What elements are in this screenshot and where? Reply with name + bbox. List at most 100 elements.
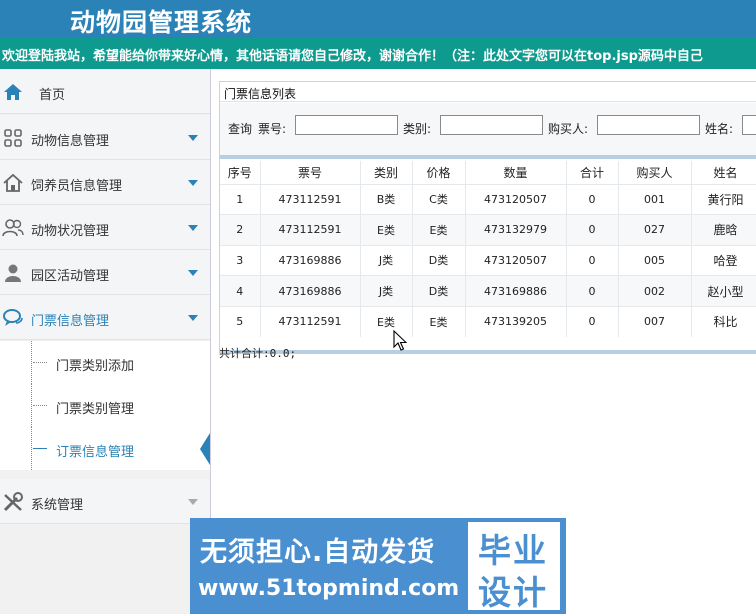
table-cell: 1 (220, 183, 261, 215)
table-cell: 0 (566, 214, 619, 246)
panel-header: 门票信息列表 (220, 82, 756, 102)
table-cell: 哈登 (691, 244, 756, 276)
tools-icon (2, 491, 24, 513)
ticket-no-label: 票号: (258, 122, 287, 136)
table-cell: 473169886 (260, 244, 361, 276)
buyer-input[interactable] (597, 115, 700, 135)
sidebar-item-label: 动物状况管理 (31, 224, 110, 239)
divider (220, 155, 756, 159)
watermark-banner: 无须担心.自动发货 www.51topmind.com 毕业 设计 (190, 518, 566, 614)
table-row[interactable]: 1 473112591 B类 C类 473120507 0 001 黄行阳 (220, 183, 756, 215)
sidebar-item-label: 系统管理 (31, 498, 84, 513)
column-header: 合计 (566, 161, 619, 184)
chevron-down-icon (188, 180, 198, 186)
watermark-url: www.51topmind.com (198, 576, 460, 601)
grid-icon (2, 127, 24, 149)
table-cell: 鹿晗 (691, 214, 756, 246)
column-header: 序号 (220, 161, 261, 184)
watermark-badge: 毕业 设计 (468, 522, 560, 612)
column-header: 票号 (260, 161, 361, 184)
chevron-down-icon (188, 270, 198, 276)
chat-icon (2, 307, 24, 329)
table-cell: E类 (360, 214, 413, 246)
table-cell: 473112591 (260, 305, 361, 337)
divider (220, 350, 756, 354)
table-cell: 007 (618, 305, 692, 337)
sidebar-item-animals[interactable]: 动物信息管理 (0, 115, 210, 160)
sidebar-item-keepers[interactable]: 饲养员信息管理 (0, 160, 210, 205)
chevron-down-icon (188, 315, 198, 321)
sidebar-item-home[interactable]: 首页 (0, 69, 210, 114)
sidebar-item-label: 园区活动管理 (31, 269, 110, 284)
watermark-line1: 无须担心.自动发货 (200, 537, 436, 568)
table-header-row: 序号 票号 类别 价格 数量 合计 购买人 姓名 (220, 161, 756, 184)
name-input[interactable] (742, 115, 756, 135)
users-icon (2, 217, 24, 239)
chevron-down-icon (188, 135, 198, 141)
table-cell: 473120507 (465, 183, 567, 215)
sidebar-item-label: 首页 (39, 88, 66, 103)
table-cell: J类 (360, 275, 413, 307)
table-cell: 3 (220, 244, 261, 276)
subitem-ticket-category-manage[interactable]: 门票类别管理 (0, 384, 210, 427)
sidebar-item-label: 饲养员信息管理 (31, 179, 123, 194)
app-title: 动物园管理系统 (70, 8, 253, 37)
column-header: 购买人 (618, 161, 692, 184)
table-cell: 473112591 (260, 214, 361, 246)
sidebar-item-label: 动物信息管理 (31, 134, 110, 149)
column-header: 类别 (360, 161, 413, 184)
table-cell: B类 (360, 183, 413, 215)
category-input[interactable] (440, 115, 543, 135)
table-cell: 005 (618, 244, 692, 276)
table-cell: 473112591 (260, 183, 361, 215)
home-icon (2, 81, 24, 103)
table-cell: 科比 (691, 305, 756, 337)
sidebar-item-label: 门票信息管理 (31, 314, 110, 329)
table-row[interactable]: 5 473112591 E类 E类 473139205 0 007 科比 (220, 305, 756, 337)
badge-top-text: 毕业 (478, 531, 548, 570)
buyer-label: 购买人: (548, 122, 589, 136)
table-cell: 0 (566, 183, 619, 215)
total-summary: 共计合计:0.0; (219, 347, 297, 360)
panel-title: 门票信息列表 (224, 87, 297, 101)
table-cell: 0 (566, 244, 619, 276)
sidebar-item-system[interactable]: 系统管理 (0, 479, 210, 524)
table-cell: 001 (618, 183, 692, 215)
sidebar-item-park-activities[interactable]: 园区活动管理 (0, 250, 210, 295)
welcome-marquee: 欢迎登陆我站，希望能给你带来好心情，其他话语请您自己修改，谢谢合作！（注：此处文… (0, 38, 756, 69)
table-cell: 4 (220, 275, 261, 307)
user-icon (2, 262, 24, 284)
sidebar-item-animal-status[interactable]: 动物状况管理 (0, 205, 210, 250)
table-cell: 002 (618, 275, 692, 307)
subitem-booking-manage[interactable]: 订票信息管理 (0, 427, 210, 470)
house-icon (2, 172, 24, 194)
column-header: 数量 (465, 161, 567, 184)
subitem-label: 门票类别添加 (56, 359, 135, 374)
table-cell: 赵小型 (691, 275, 756, 307)
column-header: 价格 (412, 161, 466, 184)
table-cell: 027 (618, 214, 692, 246)
table-cell: E类 (412, 305, 466, 337)
table-cell: 黄行阳 (691, 183, 756, 215)
subitem-label: 门票类别管理 (56, 402, 135, 417)
category-label: 类别: (403, 122, 432, 136)
table-row[interactable]: 2 473112591 E类 E类 473132979 0 027 鹿晗 (220, 214, 756, 246)
table-row[interactable]: 4 473169886 J类 D类 473169886 0 002 赵小型 (220, 275, 756, 307)
table-cell: 0 (566, 275, 619, 307)
ticket-no-input[interactable] (295, 115, 398, 135)
table-cell: C类 (412, 183, 466, 215)
ticket-list-panel: 门票信息列表 查询 票号: 类别: 购买人: 姓名: 序号 票号 类别 价格 数… (219, 81, 756, 354)
subitem-ticket-category-add[interactable]: 门票类别添加 (0, 341, 210, 384)
sidebar-item-tickets[interactable]: 门票信息管理 (0, 295, 210, 340)
table-cell: 473169886 (260, 275, 361, 307)
table-cell: 0 (566, 305, 619, 337)
column-header: 姓名 (691, 161, 756, 184)
chevron-down-icon (188, 225, 198, 231)
search-bar: 查询 票号: 类别: 购买人: 姓名: (220, 103, 756, 155)
table-row[interactable]: 3 473169886 J类 D类 473120507 0 005 哈登 (220, 244, 756, 276)
table-cell: 473169886 (465, 275, 567, 307)
sidebar: 首页 动物信息管理 饲养员信息管理 动物状况管理 园区活动管理 门票信息管理 门… (0, 69, 211, 614)
table-cell: 5 (220, 305, 261, 337)
table-cell: 473120507 (465, 244, 567, 276)
app-header: 动物园管理系统 (0, 0, 756, 38)
